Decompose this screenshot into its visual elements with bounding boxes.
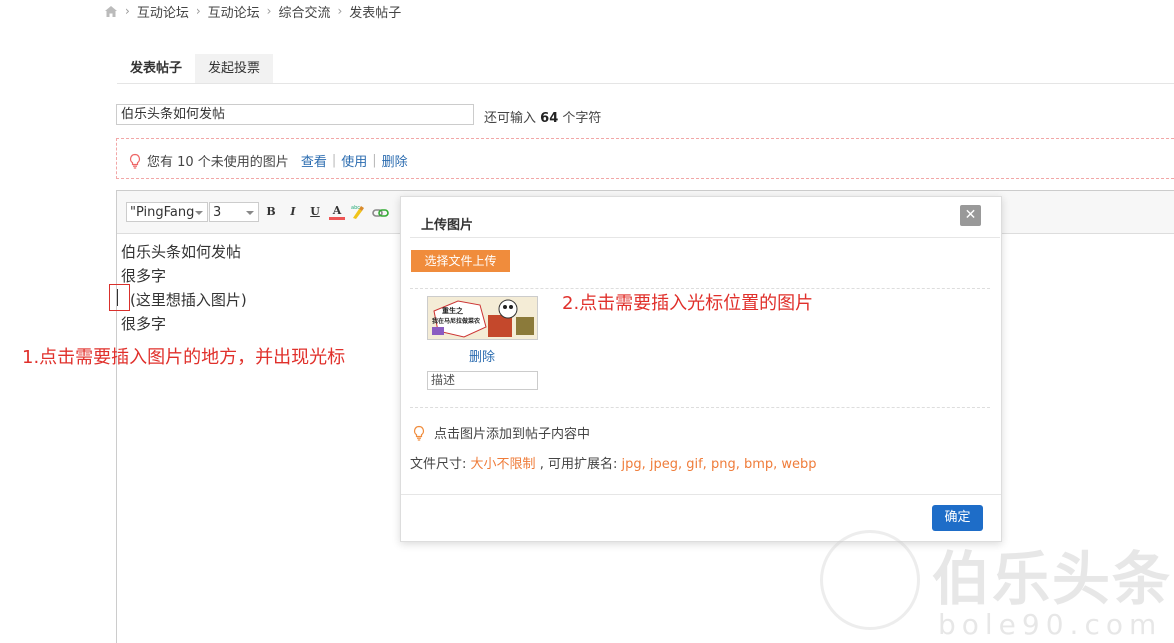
hint-text: 点击图片添加到帖子内容中 [434, 427, 591, 442]
editor-line: 很多字 [121, 267, 167, 285]
dialog-title-divider [410, 237, 1000, 238]
upload-image-dialog [400, 196, 1002, 542]
ext-label: , 可用扩展名: [539, 457, 618, 472]
annotation-step2: 2.点击需要插入光标位置的图片 [562, 293, 814, 314]
font-size-value: 3 [213, 205, 222, 220]
remaining-prefix: 还可输入 [484, 111, 537, 126]
font-family-value: "PingFang [130, 205, 195, 220]
lightbulb-icon [129, 153, 141, 169]
font-size-select[interactable]: 3 [209, 202, 259, 222]
watermark-logo: 伯乐头条 bole90.com [820, 530, 1174, 643]
svg-text:abc: abc [351, 205, 360, 211]
thumb-text-2: 我在马尼拉做菜农 [432, 318, 481, 325]
post-title-value: 伯乐头条如何发帖 [121, 107, 226, 122]
filesize-label: 文件尺寸: [410, 457, 467, 472]
italic-button[interactable]: I [285, 204, 301, 220]
watermark-circle [820, 530, 920, 630]
text-cursor [117, 289, 118, 306]
underline-button[interactable]: U [307, 204, 323, 220]
delete-image-link[interactable]: 删除 [469, 346, 495, 365]
annotation-step1: 1.点击需要插入图片的地方，并出现光标 [22, 347, 346, 368]
link-icon[interactable] [372, 205, 390, 221]
notice-text: 您有 10 个未使用的图片 [147, 155, 289, 170]
breadcrumb: › 互动论坛 › 互动论坛 › 综合交流 › 发表帖子 [104, 2, 402, 21]
editor-line: (这里想插入图片) [130, 291, 247, 309]
breadcrumb-item[interactable]: 互动论坛 [137, 2, 189, 21]
home-icon[interactable] [104, 5, 118, 18]
view-link[interactable]: 查看 [301, 151, 327, 170]
breadcrumb-item[interactable]: 综合交流 [278, 2, 330, 21]
dialog-title: 上传图片 [421, 218, 474, 233]
uploaded-image-thumbnail[interactable]: 重生之 我在马尼拉做菜农 [427, 296, 538, 340]
divider: | [372, 153, 377, 168]
cursor-highlight-box [109, 284, 130, 311]
notice-content: 您有 10 个未使用的图片 查看 | 使用 | 删除 [128, 151, 408, 170]
post-tabs: 发表帖子 发起投票 [117, 54, 274, 86]
divider: | [331, 153, 337, 168]
confirm-button[interactable]: 确定 [932, 505, 983, 531]
breadcrumb-item[interactable]: 互动论坛 [208, 2, 260, 21]
editor-line: 伯乐头条如何发帖 [121, 243, 242, 261]
chevron-right-icon: › [266, 4, 272, 18]
watermark-text: 伯乐头条 [932, 545, 1173, 613]
font-family-select[interactable]: "PingFang [126, 202, 208, 222]
use-link[interactable]: 使用 [341, 151, 367, 170]
description-placeholder: 描述 [431, 373, 456, 387]
breadcrumb-item-current: 发表帖子 [349, 5, 402, 21]
bold-button[interactable]: B [263, 204, 279, 220]
chevron-right-icon: › [125, 4, 130, 18]
tab-new-post[interactable]: 发表帖子 [117, 54, 196, 86]
remaining-count: 64 [540, 111, 559, 126]
dialog-hint: 点击图片添加到帖子内容中 [412, 423, 590, 442]
chevron-down-icon [246, 211, 254, 215]
dialog-footer-divider [401, 494, 1001, 495]
remaining-chars: 还可输入 64 个字符 [484, 107, 601, 126]
chevron-down-icon [195, 211, 203, 215]
font-color-button[interactable]: A [329, 204, 345, 220]
chevron-right-icon: › [195, 4, 201, 18]
watermark-url: bole90.com [938, 608, 1163, 641]
lightbulb-icon [413, 425, 425, 441]
delete-link[interactable]: 删除 [382, 151, 408, 170]
file-size-info: 文件尺寸: 大小不限制 , 可用扩展名: jpg, jpeg, gif, png… [410, 453, 817, 472]
ext-value: jpg, jpeg, gif, png, bmp, webp [621, 457, 817, 472]
choose-file-upload-button[interactable]: 选择文件上传 [411, 250, 510, 272]
highlight-icon[interactable]: abc [350, 203, 368, 221]
tab-new-poll[interactable]: 发起投票 [195, 54, 274, 84]
tabs-divider [117, 83, 1174, 84]
filesize-value: 大小不限制 [470, 457, 536, 472]
close-icon[interactable]: ✕ [960, 205, 981, 226]
image-description-input[interactable]: 描述 [427, 371, 538, 390]
chevron-right-icon: › [337, 4, 343, 18]
remaining-suffix: 个字符 [562, 111, 602, 126]
editor-line: 很多字 [121, 315, 167, 333]
post-title-input[interactable]: 伯乐头条如何发帖 [116, 104, 474, 125]
divider [410, 407, 990, 408]
thumb-text-1: 重生之 [442, 307, 463, 315]
